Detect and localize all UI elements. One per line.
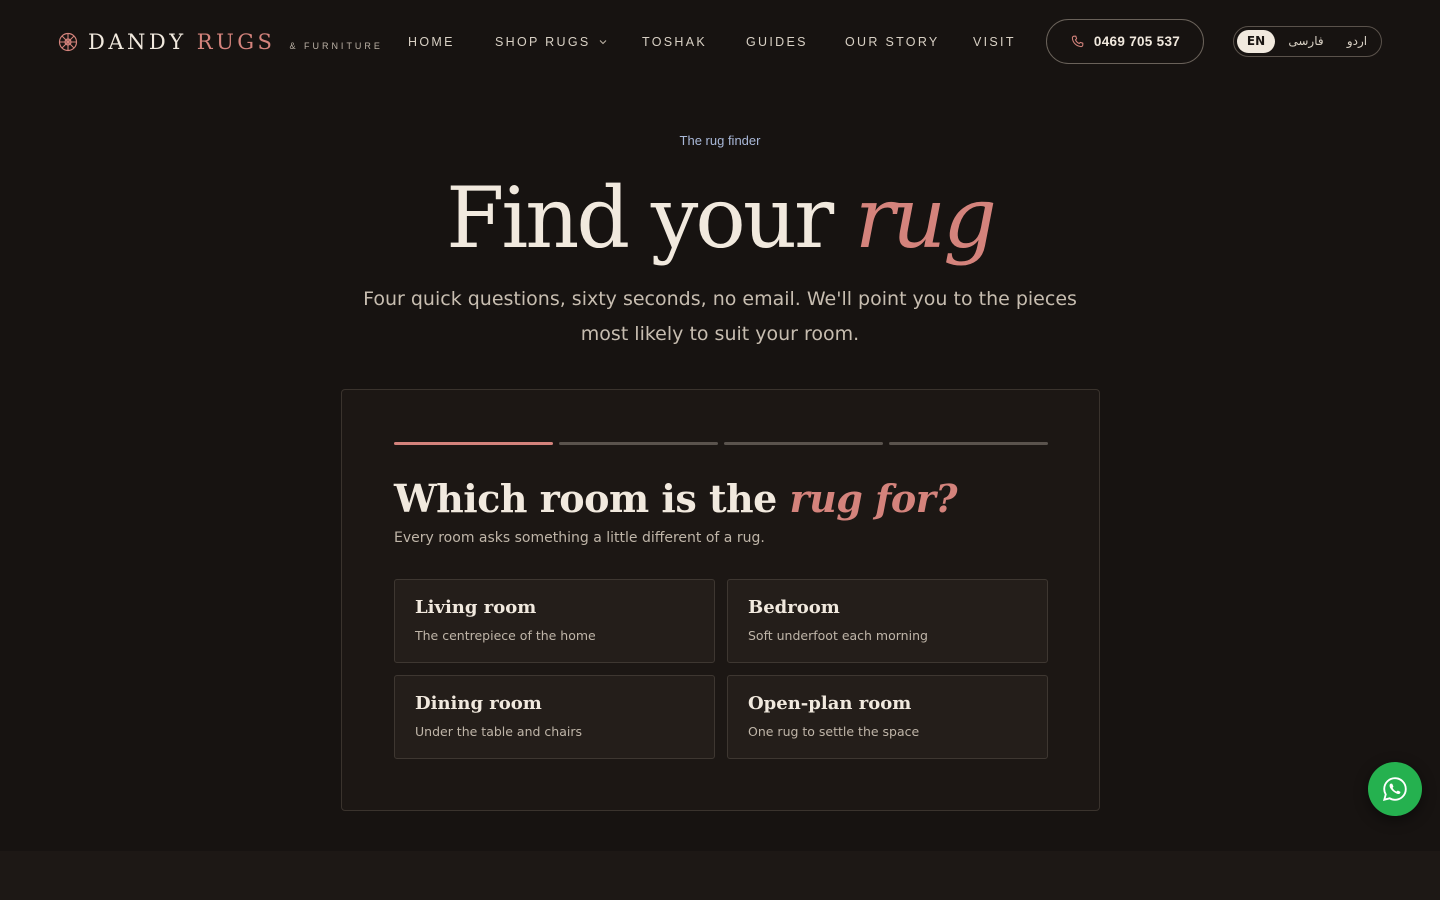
option-description: Under the table and chairs [415,724,582,739]
nav-our-story-label: OUR STORY [845,35,940,49]
site-header: DANDY RUGS & FURNITURE HOME SHOP RUGS TO… [0,0,1440,84]
option-living-room[interactable]: Living room The centrepiece of the home [394,579,715,663]
whatsapp-button[interactable] [1368,762,1422,816]
nav-visit[interactable]: VISIT [973,34,1016,50]
lang-en[interactable]: EN [1237,30,1275,53]
nav-visit-label: VISIT [973,35,1016,49]
brand-tagline: & FURNITURE [289,41,383,51]
lang-farsi[interactable]: فارسی [1277,30,1335,53]
progress-step-2 [559,442,718,445]
progress-step-3 [724,442,883,445]
progress-step-4 [889,442,1048,445]
nav-our-story[interactable]: OUR STORY [845,34,940,50]
hero-subtitle: Four quick questions, sixty seconds, no … [363,288,1077,345]
hero-title-accent: rug [854,169,997,267]
option-title: Open-plan room [748,693,912,714]
hero-title-main: Find your [446,169,834,267]
question-title: Which room is the rug for? [394,474,957,524]
phone-button[interactable]: 0469 705 537 [1046,19,1204,64]
nav-shop-rugs[interactable]: SHOP RUGS [495,34,607,50]
brand-name-accent: RUGS [196,30,276,54]
question-title-main: Which room is the [394,476,777,521]
hero-eyebrow: The rug finder [679,133,761,148]
brand-logo[interactable]: DANDY RUGS & FURNITURE [58,28,383,56]
option-open-plan-room[interactable]: Open-plan room One rug to settle the spa… [727,675,1048,759]
option-title: Living room [415,597,537,618]
option-title: Dining room [415,693,542,714]
option-description: Soft underfoot each morning [748,628,928,643]
quiz-card: Which room is the rug for? Every room as… [341,389,1100,811]
next-section-band [0,851,1440,900]
hero-title: Find your rug [0,168,1440,268]
option-dining-room[interactable]: Dining room Under the table and chairs [394,675,715,759]
phone-number: 0469 705 537 [1093,34,1181,49]
quiz-progress [394,442,1048,445]
option-description: The centrepiece of the home [415,628,596,643]
option-bedroom[interactable]: Bedroom Soft underfoot each morning [727,579,1048,663]
option-title: Bedroom [748,597,840,618]
question-subtitle: Every room asks something a little diffe… [394,530,765,546]
nav-guides-label: GUIDES [746,35,808,49]
chevron-down-icon [599,40,606,45]
brand-name: DANDY RUGS [88,30,275,54]
whatsapp-icon [1382,777,1407,801]
rosette-icon [58,32,78,52]
lang-urdu[interactable]: اردو [1337,30,1377,53]
nav-home[interactable]: HOME [408,34,455,50]
nav-guides[interactable]: GUIDES [746,34,808,50]
question-title-accent: rug for? [789,476,958,521]
nav-shop-rugs-label: SHOP RUGS [495,35,591,49]
nav-home-label: HOME [408,35,455,49]
nav-toshak-label: TOSHAK [642,35,707,49]
brand-name-main: DANDY [88,30,187,54]
option-description: One rug to settle the space [748,724,920,739]
progress-step-1 [394,442,553,445]
phone-icon [1071,35,1084,48]
language-switcher: EN فارسی اردو [1233,26,1382,57]
nav-toshak[interactable]: TOSHAK [642,34,707,50]
